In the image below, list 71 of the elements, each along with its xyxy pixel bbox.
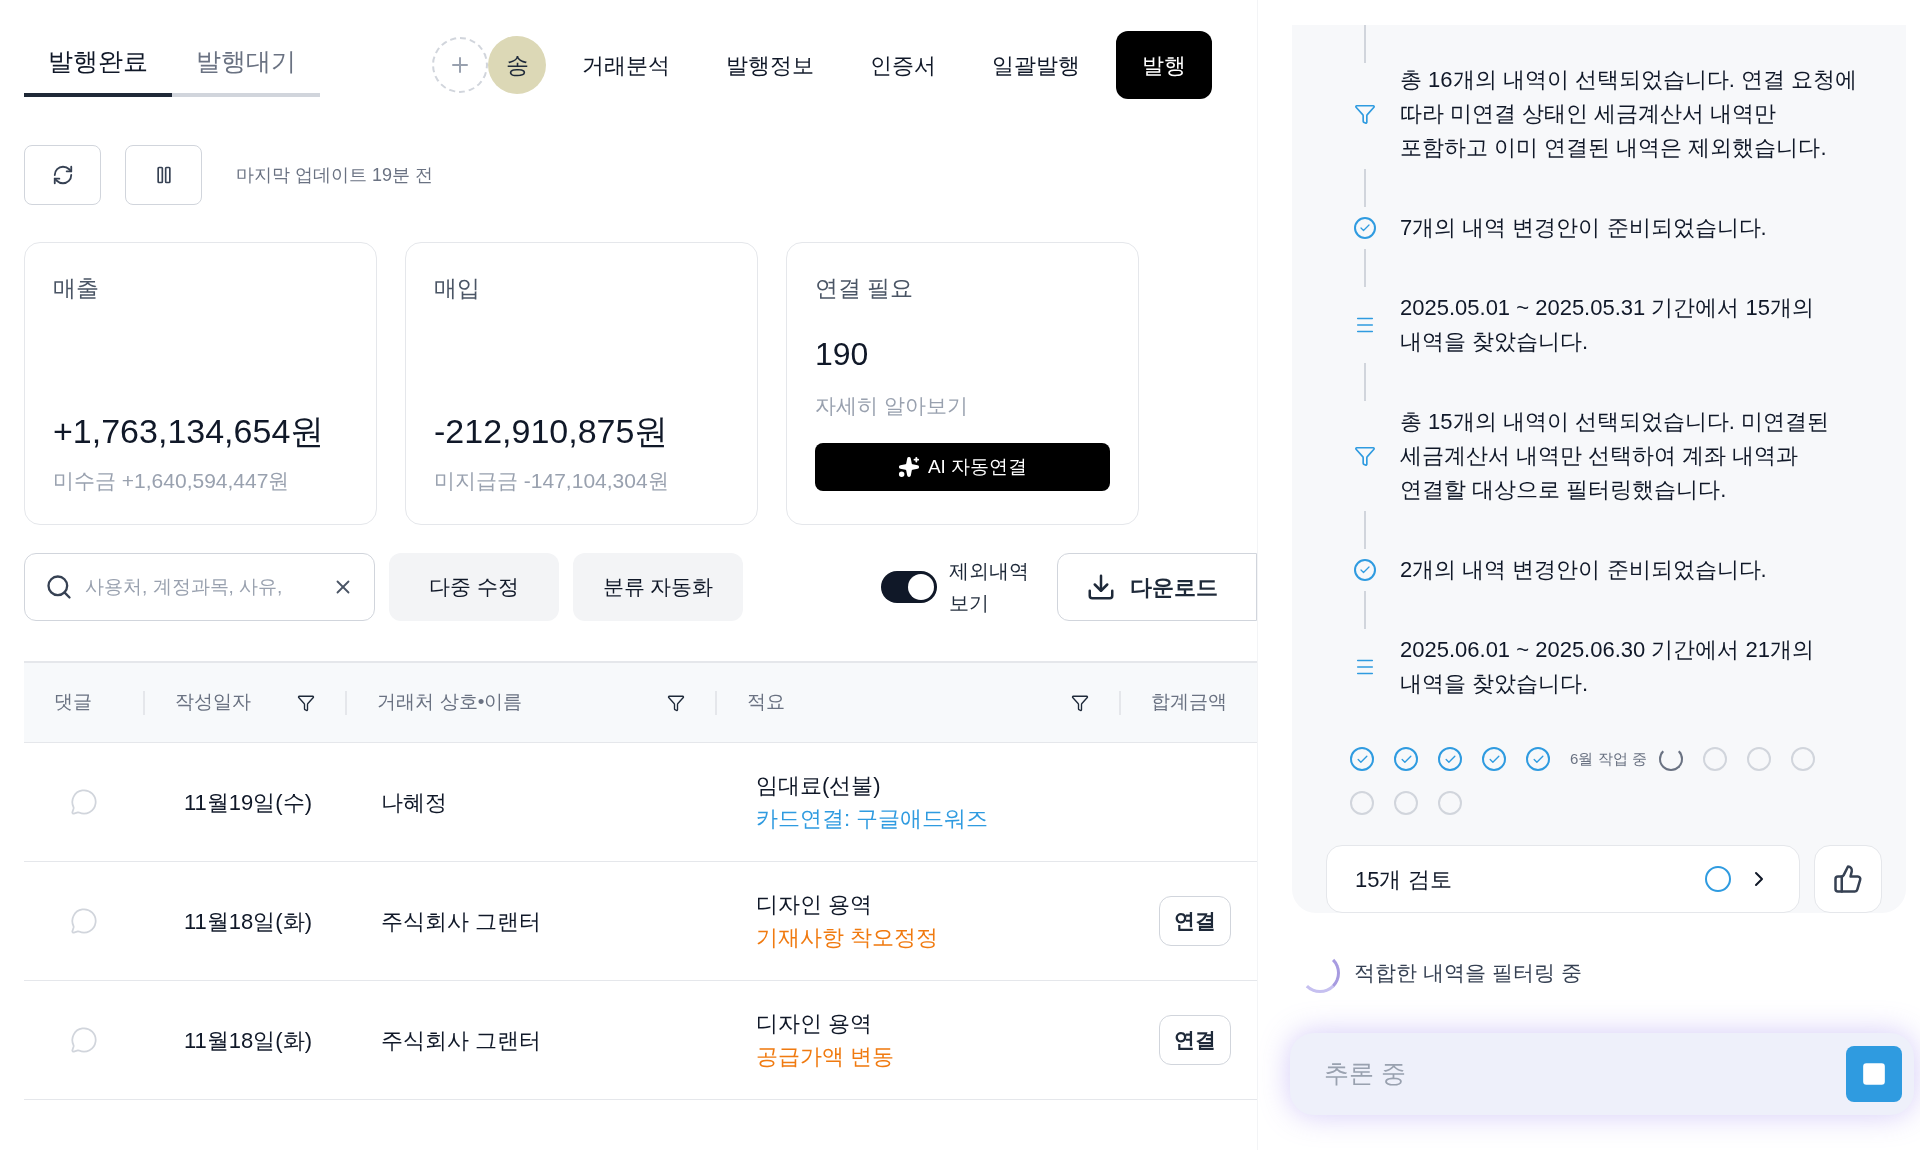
- card-title: 매입: [434, 274, 481, 303]
- column-header: 댓글: [54, 690, 92, 715]
- nav-link[interactable]: 발행정보: [726, 48, 814, 82]
- progress-ring-icon: [1705, 866, 1731, 892]
- status-text: 적합한 내역을 필터링 중: [1354, 960, 1582, 987]
- tab[interactable]: 발행대기: [172, 33, 320, 97]
- party-cell-text: 주식회사 그랜터: [380, 907, 543, 936]
- date-cell-text: 11월18일(화): [183, 907, 313, 936]
- connect-button[interactable]: 연결: [1159, 896, 1231, 946]
- nav-link[interactable]: 거래분석: [582, 48, 670, 82]
- filter-icon[interactable]: [1071, 693, 1089, 712]
- timeline-message: 2025.06.01 ~ 2025.06.30 기간에서 21개의 내역을 찾았습니다.: [1400, 636, 1815, 698]
- thumbs-up-button[interactable]: [1814, 845, 1882, 913]
- card-subtext: 미수금 +1,640,594,447원: [53, 467, 291, 494]
- card-amount: +1,763,134,654원: [53, 410, 326, 452]
- timeline-message: 총 15개의 내역이 선택되었습니다. 미연결된 세금계산서 내역만 선택하여 계좌 내역과 연결할 대상으로 필터링했습니다.: [1400, 408, 1831, 504]
- action-button[interactable]: 분류 자동화: [573, 553, 743, 621]
- summary-text: 임대료(선불): [756, 772, 882, 800]
- toggle-label: 제외내역 보기: [949, 559, 1030, 616]
- date-cell-text: 11월18일(화): [183, 1026, 313, 1055]
- refresh-icon: [51, 164, 74, 186]
- nav-link[interactable]: 일괄발행: [992, 48, 1080, 82]
- card-count: 190: [815, 334, 870, 374]
- last-update-text: 마지막 업데이트 19분 전: [236, 163, 434, 187]
- download-icon: [1086, 572, 1116, 602]
- card-subtext: 미지급금 -147,104,304원: [434, 467, 670, 494]
- note-text: 기재사항 착오정정: [756, 924, 940, 952]
- thumbs-up-icon: [1833, 864, 1863, 894]
- step-label: 6월 작업 중: [1570, 748, 1647, 769]
- timeline-message: 7개의 내역 변경안이 준비되었습니다.: [1400, 214, 1768, 242]
- download-button[interactable]: 다운로드: [1057, 553, 1257, 621]
- chat-input[interactable]: 추론 중: [1290, 1033, 1914, 1115]
- issue-button[interactable]: 발행: [1116, 31, 1212, 99]
- column-header: 적요: [747, 690, 786, 715]
- column-header: 작성일자: [174, 690, 251, 715]
- filter-icon[interactable]: [297, 693, 316, 712]
- nav-link[interactable]: 인증서: [870, 48, 936, 82]
- stop-button[interactable]: [1846, 1046, 1902, 1102]
- ai-auto-connect-button[interactable]: AI 자동연결: [815, 443, 1110, 491]
- message-input[interactable]: 추론 중: [1324, 1055, 1846, 1093]
- filter-icon: [1354, 103, 1376, 125]
- exclude-toggle[interactable]: [881, 571, 937, 603]
- search-field[interactable]: 사용처, 계정과목, 사유,: [24, 553, 375, 621]
- date-cell-text: 11월19일(수): [183, 788, 313, 817]
- timeline-message: 총 16개의 내역이 선택되었습니다. 연결 요청에 따라 미연결 상태인 세금계산서 내역만 포함하고 이미 연결된 내역은 제외했습니다.: [1400, 66, 1859, 162]
- stop-icon: [1861, 1061, 1887, 1087]
- avatar[interactable]: 송: [488, 36, 546, 94]
- column-header: 거래처 상호•이름: [377, 690, 523, 715]
- search-input[interactable]: 사용처, 계정과목, 사유,: [85, 572, 320, 602]
- timeline-message: 2025.05.01 ~ 2025.05.31 기간에서 15개의 내역을 찾았습니다.: [1400, 294, 1815, 356]
- party-cell-text: 나혜정: [380, 788, 448, 817]
- summary-text: 디자인 용역: [756, 1010, 874, 1038]
- action-button[interactable]: 다중 수정: [389, 553, 559, 621]
- note-text: 공급가액 변동: [756, 1043, 896, 1071]
- refresh-button[interactable]: [24, 145, 101, 205]
- pause-button[interactable]: [125, 145, 202, 205]
- card-title: 매출: [53, 274, 100, 303]
- note-text: 카드연결: 구글애드워즈: [756, 805, 990, 833]
- column-header: 합계금액: [1151, 690, 1227, 715]
- connect-button[interactable]: 연결: [1159, 1015, 1231, 1065]
- search-icon: [45, 573, 73, 601]
- review-button[interactable]: 15개 검토: [1326, 845, 1800, 913]
- filter-icon: [1354, 445, 1376, 467]
- sparkle-icon: [897, 456, 920, 478]
- card-amount: -212,910,875원: [434, 410, 670, 452]
- tab[interactable]: 발행완료: [24, 33, 172, 97]
- card-title: 연결 필요: [815, 274, 915, 303]
- summary-text: 디자인 용역: [756, 891, 874, 919]
- party-cell-text: 주식회사 그랜터: [380, 1026, 543, 1055]
- filter-icon[interactable]: [667, 693, 686, 712]
- timeline-message: 2개의 내역 변경안이 준비되었습니다.: [1400, 556, 1768, 584]
